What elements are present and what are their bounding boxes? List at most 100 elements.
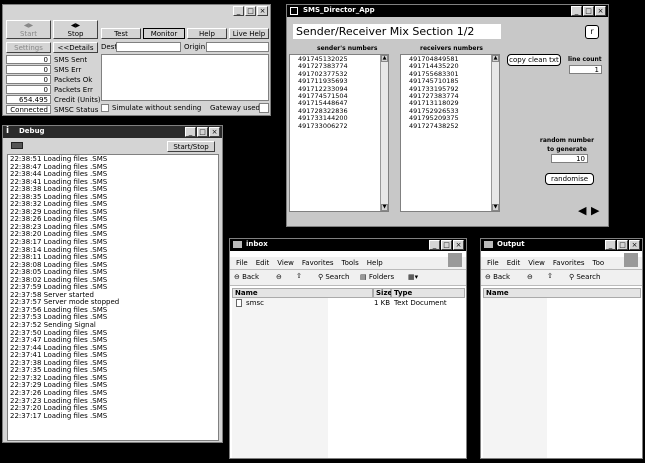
copy-clean-txt-button[interactable]: copy clean txt	[507, 54, 561, 66]
menu-item[interactable]: View	[277, 257, 294, 269]
minimize-icon[interactable]: _	[233, 6, 244, 16]
monitor-button[interactable]: Monitor	[143, 28, 185, 39]
forward-icon[interactable]: ⊖	[527, 273, 533, 281]
stat-label: Packets Ok	[54, 76, 93, 84]
menu-item[interactable]: Edit	[507, 257, 521, 269]
folders-label: Folders	[368, 273, 395, 281]
sms-gateway-window: _ □ × ◀▶ Start ◀▶ Stop Settings <<Detail…	[2, 4, 271, 116]
scroll-up-icon[interactable]: ▲	[492, 55, 499, 62]
search-button[interactable]: ⚲ Search	[569, 273, 600, 281]
live-help-button[interactable]: Live Help	[229, 28, 269, 39]
menu-item[interactable]: File	[487, 257, 499, 269]
sms-window-titlebar: _ □ ×	[3, 5, 270, 17]
scroll-up-icon[interactable]: ▲	[381, 55, 388, 62]
r-button[interactable]: r	[585, 25, 599, 39]
simulate-label: Simulate without sending	[112, 104, 202, 112]
menu-item[interactable]: Help	[367, 257, 383, 269]
col-type-header[interactable]: Type	[391, 288, 465, 298]
menu-item[interactable]: File	[236, 257, 248, 269]
senders-list[interactable]: 491745132025 491727383774 491702377532 4917…	[289, 54, 389, 212]
gateway-label: Gateway used	[210, 104, 260, 112]
up-folder-icon[interactable]: ⇧	[547, 272, 553, 280]
receivers-scrollbar[interactable]: ▲ ▼	[491, 55, 499, 211]
inbox-titlebar: inbox _ □ ×	[230, 239, 466, 251]
maximize-icon[interactable]: □	[583, 6, 594, 16]
gateway-checkbox[interactable]	[259, 103, 269, 113]
menu-item[interactable]: View	[528, 257, 545, 269]
maximize-icon[interactable]: □	[245, 6, 256, 16]
close-icon[interactable]: ×	[257, 6, 268, 16]
close-icon[interactable]: ×	[629, 240, 640, 250]
director-window: SMS_Director_App _ □ × Sender/Receiver M…	[286, 4, 609, 227]
details-button[interactable]: <<Details	[53, 42, 98, 53]
back-icon: ⊖	[485, 273, 494, 281]
forward-icon[interactable]: ⊖	[276, 273, 282, 281]
maximize-icon[interactable]: □	[441, 240, 452, 250]
up-folder-icon[interactable]: ⇧	[296, 272, 302, 280]
start-label: Start	[19, 30, 38, 38]
minimize-icon[interactable]: _	[571, 6, 582, 16]
maximize-icon[interactable]: □	[197, 127, 208, 137]
menu-item[interactable]: Tools	[342, 257, 359, 269]
output-window: Output _ □ × File Edit View Favorites Too ⊖ …	[480, 238, 643, 459]
stat-label: SMSC Status	[54, 106, 99, 114]
receivers-list[interactable]: 491704849581 491714435220 491755683301 4917…	[400, 54, 500, 212]
stat-label: Credit (Units)	[54, 96, 101, 104]
file-size: 1 KB	[374, 299, 391, 307]
scroll-down-icon[interactable]: ▼	[381, 204, 388, 211]
folders-button[interactable]: ▤ Folders	[360, 273, 394, 281]
stop-button[interactable]: ◀▶ Stop	[53, 20, 98, 39]
search-button[interactable]: ⚲ Search	[318, 273, 349, 281]
minimize-icon[interactable]: _	[185, 127, 196, 137]
back-button[interactable]: ⊖ Back	[234, 273, 259, 281]
close-icon[interactable]: ×	[209, 127, 220, 137]
maximize-icon[interactable]: □	[617, 240, 628, 250]
section-heading: Sender/Receiver Mix Section 1/2	[293, 24, 501, 39]
minimize-icon[interactable]: _	[429, 240, 440, 250]
stop-icon: ◀▶	[70, 22, 81, 29]
message-textarea[interactable]	[101, 54, 269, 101]
origin-input[interactable]	[206, 42, 269, 52]
origin-label: Origin	[184, 43, 206, 51]
line-count-field[interactable]: 1	[569, 65, 602, 74]
back-button[interactable]: ⊖ Back	[485, 273, 510, 281]
search-label: Search	[576, 273, 601, 281]
scroll-down-icon[interactable]: ▼	[492, 204, 499, 211]
debug-log[interactable]: 22:38:51 Loading files .SMS 22:38:47 Load…	[7, 154, 219, 441]
dest-input[interactable]	[116, 42, 181, 52]
info-icon: i	[6, 126, 10, 136]
stat-value: 0	[6, 65, 51, 74]
prev-arrow-icon[interactable]: ◀	[578, 204, 586, 217]
menu-item[interactable]: Favorites	[302, 257, 334, 269]
close-icon[interactable]: ×	[453, 240, 464, 250]
sender-number[interactable]: 491733006272	[290, 122, 388, 130]
folder-icon	[233, 241, 242, 248]
col-size-header[interactable]: Size	[373, 288, 392, 298]
debug-title: Debug	[19, 127, 45, 135]
test-button[interactable]: Test	[101, 28, 141, 39]
help-button[interactable]: Help	[187, 28, 227, 39]
simulate-checkbox[interactable]	[101, 104, 109, 112]
randomise-button[interactable]: randomise	[545, 173, 594, 185]
next-arrow-icon[interactable]: ▶	[591, 204, 599, 217]
receiver-number[interactable]: 491727438252	[401, 122, 499, 130]
random-number-field[interactable]: 10	[551, 154, 588, 163]
file-row[interactable]: smsc 1 KB Text Document	[234, 299, 464, 308]
random-label: random number to generate	[539, 137, 595, 153]
senders-scrollbar[interactable]: ▲ ▼	[380, 55, 388, 211]
receivers-header: receivers numbers	[420, 45, 483, 52]
file-name: smsc	[246, 299, 264, 307]
start-button[interactable]: ◀▶ Start	[6, 20, 51, 39]
close-icon[interactable]: ×	[595, 6, 606, 16]
views-icon[interactable]: ▦▾	[408, 273, 418, 281]
stat-label: SMS Err	[54, 66, 82, 74]
col-name-header[interactable]: Name	[232, 288, 373, 298]
col-name-header[interactable]: Name	[483, 288, 641, 298]
senders-header: sender's numbers	[317, 45, 378, 52]
start-stop-button[interactable]: Start/Stop	[167, 141, 215, 152]
menu-item[interactable]: Favorites	[553, 257, 585, 269]
menu-item[interactable]: Edit	[256, 257, 270, 269]
settings-button[interactable]: Settings	[6, 42, 51, 53]
menu-item[interactable]: Too	[593, 257, 605, 269]
minimize-icon[interactable]: _	[605, 240, 616, 250]
